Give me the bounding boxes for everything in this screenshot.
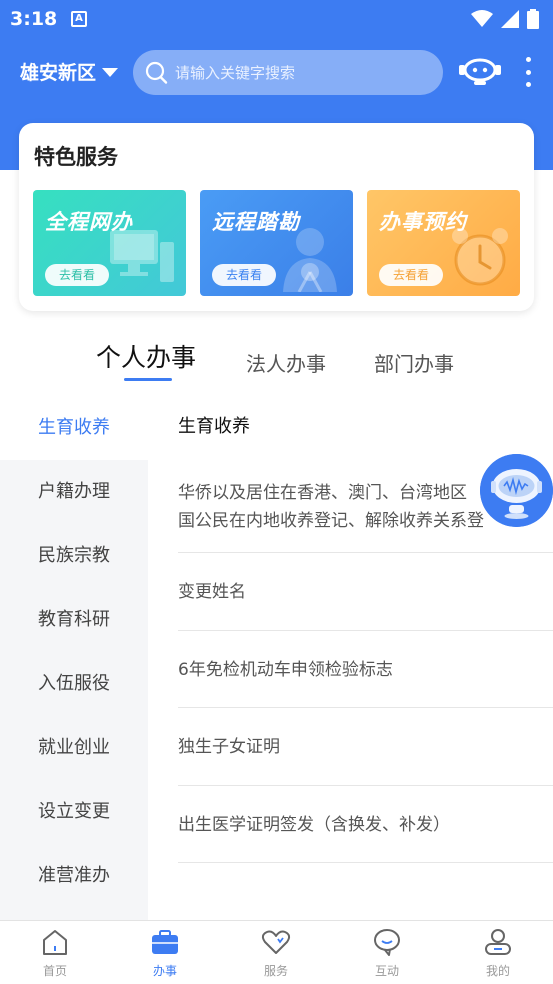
list-item-text: 出生医学证明签发（含换发、补发） [178, 815, 450, 835]
chat-bubble-icon [374, 929, 400, 956]
region-label: 雄安新区 [20, 62, 97, 84]
accessibility-icon: A [71, 11, 87, 27]
briefcase-icon [152, 930, 178, 954]
search-input[interactable]: 请输入关键字搜索 [133, 50, 443, 95]
region-selector[interactable]: 雄安新区 [20, 58, 119, 85]
battery-icon [527, 9, 539, 29]
tab-personal[interactable]: 个人办事 [96, 338, 196, 374]
search-icon [145, 61, 168, 84]
sidebar-item-military[interactable]: 入伍服役 [0, 652, 148, 716]
category-sidebar: 生育收养 户籍办理 民族宗教 教育科研 入伍服役 就业创业 设立变更 准营准办 [0, 396, 148, 920]
more-dot-icon [525, 82, 531, 87]
nav-home[interactable]: 首页 [0, 921, 110, 984]
list-item[interactable]: 变更姓名 [178, 553, 553, 631]
more-menu-button[interactable] [520, 56, 536, 88]
inspector-icon [283, 228, 337, 292]
sidebar-item-permits[interactable]: 准营准办 [0, 844, 148, 908]
list-item[interactable]: 出生医学证明签发（含换发、补发） [178, 786, 553, 863]
signal-icon [501, 10, 519, 28]
sidebar-item-household[interactable]: 户籍办理 [0, 460, 148, 524]
nav-interaction[interactable]: 互动 [332, 921, 442, 984]
nav-affairs-label: 办事 [152, 964, 177, 978]
alarm-clock-icon [452, 228, 508, 286]
sidebar-item-employment[interactable]: 就业创业 [0, 716, 148, 780]
heart-icon [261, 930, 291, 954]
tab-corporate[interactable]: 法人办事 [246, 348, 326, 377]
sidebar-item-establish-change[interactable]: 设立变更 [0, 780, 148, 844]
nav-services-label: 服务 [263, 964, 288, 978]
tile-go-button[interactable]: 去看看 [379, 264, 443, 286]
computer-icon [110, 230, 174, 282]
category-tabs: 个人办事 法人办事 部门办事 [0, 330, 553, 390]
status-bar: 3:18 A [0, 0, 553, 38]
wifi-icon [471, 10, 493, 27]
robot-assistant-icon [480, 454, 553, 527]
top-bar: 雄安新区 请输入关键字搜索 [0, 46, 553, 98]
list-item[interactable]: 独生子女证明 [178, 708, 553, 786]
more-dot-icon [525, 69, 531, 75]
nav-profile[interactable]: 我的 [443, 921, 553, 984]
user-icon [485, 929, 511, 955]
list-heading: 生育收养 [178, 416, 250, 437]
search-placeholder: 请输入关键字搜索 [175, 64, 296, 82]
tile-go-button[interactable]: 去看看 [45, 264, 109, 286]
sidebar-item-education[interactable]: 教育科研 [0, 588, 148, 652]
list-item-text: 独生子女证明 [178, 737, 280, 757]
tab-department[interactable]: 部门办事 [374, 348, 454, 377]
nav-interaction-label: 互动 [374, 964, 399, 978]
tile-appointment[interactable]: 办事预约 去看看 [367, 190, 520, 296]
tile-go-button[interactable]: 去看看 [212, 264, 276, 286]
sidebar-item-ethnic-religion[interactable]: 民族宗教 [0, 524, 148, 588]
more-dot-icon [525, 57, 531, 62]
nav-affairs[interactable]: 办事 [110, 921, 220, 984]
robot-icon [459, 58, 501, 85]
caret-down-icon [102, 68, 119, 77]
sidebar-item-birth-adoption[interactable]: 生育收养 [0, 396, 148, 460]
featured-services-card: 特色服务 全程网办 去看看 远程踏勘 去看看 办事预约 去看看 [19, 123, 534, 311]
tab-active-indicator [124, 378, 172, 381]
nav-profile-label: 我的 [485, 964, 510, 978]
nav-services[interactable]: 服务 [221, 921, 331, 984]
featured-services-title: 特色服务 [34, 145, 118, 169]
home-icon [43, 930, 67, 955]
tile-remote-inspection[interactable]: 远程踏勘 去看看 [200, 190, 353, 296]
list-item-text: 变更姓名 [178, 582, 246, 602]
floating-assistant-button[interactable] [480, 454, 553, 527]
nav-home-label: 首页 [42, 964, 67, 978]
tile-full-online[interactable]: 全程网办 去看看 [33, 190, 186, 296]
assistant-button[interactable] [458, 56, 502, 90]
bottom-navigation: 首页 办事 服务 互动 我的 [0, 920, 553, 984]
list-item[interactable]: 6年免检机动车申领检验标志 [178, 631, 553, 708]
list-item-text: 6年免检机动车申领检验标志 [178, 660, 393, 680]
status-time: 3:18 [10, 8, 58, 30]
